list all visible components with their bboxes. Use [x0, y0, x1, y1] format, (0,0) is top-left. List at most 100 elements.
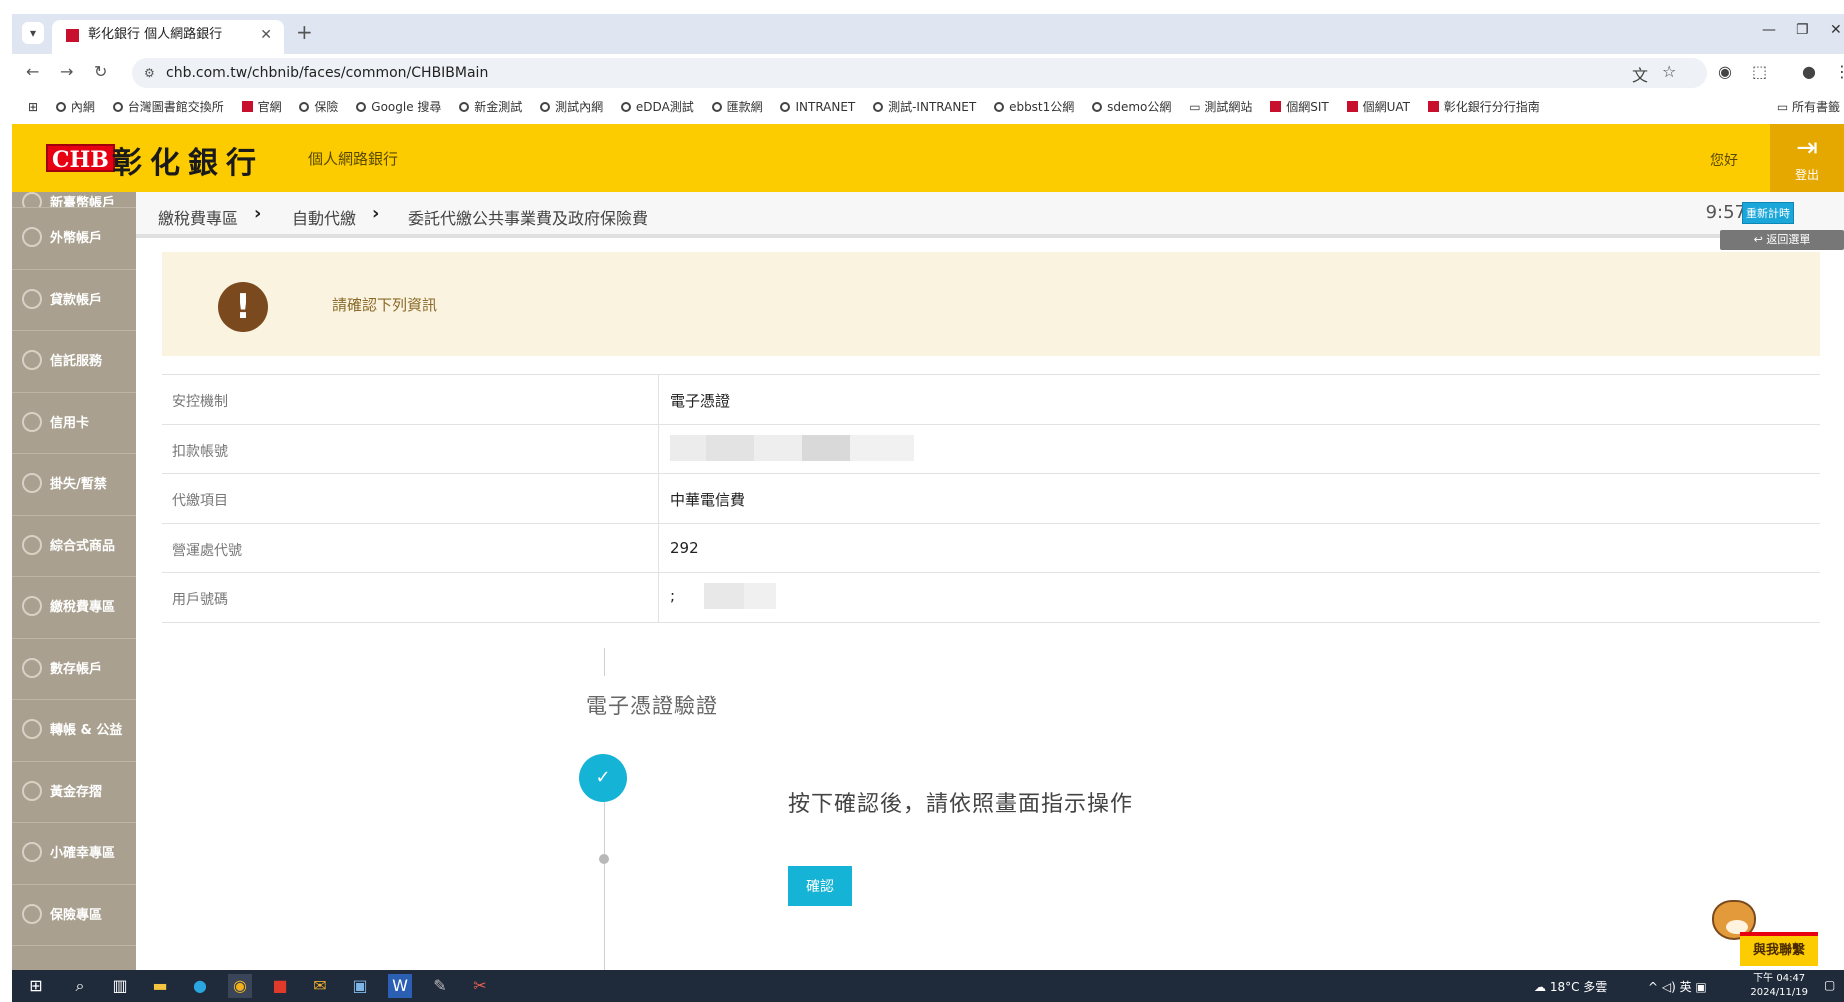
info-value: 中華電信費	[670, 491, 746, 509]
windows-taskbar: ⊞ ⌕ ▥ ▬ ● ◉ ■ ✉ ▣ W ✎ ✂ ☁ 18°C 多雲 ^ ◁) 英…	[12, 970, 1844, 1002]
table-row: 營運處代號 292	[162, 523, 1820, 573]
window-app-icon[interactable]: ▣	[348, 974, 372, 998]
sidebar-icon	[22, 288, 42, 309]
back-icon[interactable]: ←	[26, 62, 39, 81]
url-text: chb.com.tw/chbnib/faces/common/CHBIBMain	[166, 65, 489, 81]
bookmark-item[interactable]: sdemo公網	[1092, 92, 1171, 122]
sidebar-item-credit-card[interactable]: 信用卡	[12, 393, 136, 454]
bookmark-item[interactable]: INTRANET	[780, 92, 855, 122]
close-window-icon[interactable]: ✕	[1830, 22, 1842, 38]
extension-icon[interactable]: ◉	[1718, 62, 1732, 81]
site-info-icon[interactable]: ⚙	[144, 58, 155, 88]
edge-icon[interactable]: ●	[188, 974, 212, 998]
tab-title: 彰化銀行 個人網路銀行	[88, 27, 223, 42]
logout-button[interactable]: ⇥ 登出	[1770, 124, 1844, 192]
apps-icon[interactable]: ⊞	[28, 92, 38, 122]
info-label: 代繳項目	[172, 493, 228, 509]
confirm-button[interactable]: 確認	[788, 866, 852, 906]
sidebar-icon	[22, 657, 42, 678]
snipping-icon[interactable]: ✂	[468, 974, 492, 998]
system-tray[interactable]: ^ ◁) 英 ▣	[1648, 978, 1707, 995]
puzzle-icon[interactable]: ⬚	[1752, 62, 1767, 81]
restore-icon[interactable]: ❐	[1796, 22, 1809, 38]
info-label: 用戶號碼	[172, 592, 228, 608]
forward-icon[interactable]: →	[60, 62, 73, 81]
sidebar-item-trust[interactable]: 信託服務	[12, 331, 136, 393]
sidebar-item-gold[interactable]: 黃金存摺	[12, 762, 136, 823]
sidebar: 新臺幣帳戶 外幣帳戶 貸款帳戶 信託服務 信用卡 掛失/暫禁 綜合式商品 繳稅費…	[12, 192, 136, 970]
translate-icon[interactable]: 文	[1632, 62, 1648, 86]
masked-account-value	[670, 434, 914, 461]
bookmark-item[interactable]: eDDA測試	[620, 92, 694, 122]
contact-us-mascot[interactable]: 與我聯繫	[1710, 898, 1820, 970]
step-instruction: 按下確認後，請依照畫面指示操作	[788, 792, 1134, 817]
bookmark-item[interactable]: 保險	[299, 92, 338, 122]
sidebar-item-twd-account[interactable]: 新臺幣帳戶	[12, 192, 136, 208]
refresh-timer-button[interactable]: 重新計時	[1742, 202, 1794, 224]
acrobat-icon[interactable]: ■	[268, 974, 292, 998]
sidebar-item-report-loss[interactable]: 掛失/暫禁	[12, 454, 136, 516]
notification-icon[interactable]: ▢	[1824, 978, 1835, 992]
browser-tab[interactable]: 彰化銀行 個人網路銀行 ✕	[52, 20, 284, 54]
new-tab-icon[interactable]: +	[296, 20, 313, 44]
sidebar-icon	[22, 227, 42, 247]
menu-icon[interactable]: ⋮	[1834, 62, 1844, 81]
greeting: 您好	[1710, 153, 1738, 169]
bookmark-item[interactable]: 新金測試	[459, 92, 522, 122]
logo-mark[interactable]: CHB	[46, 144, 115, 173]
reload-icon[interactable]: ↻	[94, 62, 107, 81]
bookmark-item[interactable]: 台灣圖書館交換所	[112, 92, 224, 122]
sidebar-item-small-happiness[interactable]: 小確幸專區	[12, 823, 136, 885]
logout-label: 登出	[1794, 168, 1819, 182]
file-explorer-icon[interactable]: ▬	[148, 974, 172, 998]
windows-start-icon[interactable]: ⊞	[24, 974, 48, 998]
sidebar-item-transfer-charity[interactable]: 轉帳 & 公益	[12, 700, 136, 762]
sidebar-item-tax-payment[interactable]: 繳稅費專區	[12, 577, 136, 639]
clock[interactable]: 下午 04:47 2024/11/19	[1750, 972, 1808, 1000]
logo-text[interactable]: 彰化銀行	[112, 138, 264, 182]
chrome-icon[interactable]: ◉	[228, 974, 252, 998]
outlook-icon[interactable]: ✉	[308, 974, 332, 998]
info-value: 電子憑證	[670, 392, 731, 410]
bookmark-item[interactable]: 內網	[55, 92, 95, 122]
sidebar-icon	[22, 596, 42, 616]
sidebar-item-insurance[interactable]: 保險專區	[12, 885, 136, 946]
breadcrumb: 繳稅費專區 › 自動代繳 › 委託代繳公共事業費及政府保險費 9:57 重新計時	[136, 192, 1844, 238]
task-view-icon[interactable]: ▥	[108, 974, 132, 998]
check-icon: ✓	[579, 754, 627, 802]
bookmark-item[interactable]: 匯款網	[711, 92, 763, 122]
minimize-icon[interactable]: —	[1762, 22, 1776, 38]
bookmark-item[interactable]: 個網SIT	[1270, 92, 1329, 122]
sidebar-item-loan-account[interactable]: 貸款帳戶	[12, 270, 136, 331]
tab-search-icon[interactable]: ▾	[22, 22, 44, 44]
bookmark-item[interactable]: 彰化銀行分行指南	[1427, 92, 1540, 122]
bookmark-item[interactable]: 官網	[241, 92, 282, 122]
bookmark-item[interactable]: 個網UAT	[1346, 92, 1410, 122]
paint-icon[interactable]: ✎	[428, 974, 452, 998]
sidebar-item-combo-products[interactable]: 綜合式商品	[12, 516, 136, 577]
all-bookmarks[interactable]: ▭ 所有書籤	[1766, 92, 1844, 122]
bookmark-folder[interactable]: ▭ 測試網站	[1189, 92, 1252, 122]
bookmark-star-icon[interactable]: ☆	[1662, 62, 1676, 81]
breadcrumb-item-tax[interactable]: 繳稅費專區	[158, 205, 238, 229]
breadcrumb-item-auto-pay[interactable]: 自動代繳	[292, 205, 356, 229]
bookmark-item[interactable]: Google 搜尋	[356, 92, 441, 122]
bookmark-item[interactable]: 測試內網	[540, 92, 603, 122]
word-icon[interactable]: W	[388, 974, 412, 998]
info-label: 營運處代號	[172, 542, 242, 559]
bookmark-item[interactable]: ebbst1公網	[994, 92, 1074, 122]
sidebar-item-foreign-account[interactable]: 外幣帳戶	[12, 208, 136, 270]
tab-close-icon[interactable]: ✕	[260, 20, 272, 50]
sidebar-item-digital-deposit[interactable]: 數存帳戶	[12, 639, 136, 700]
sidebar-icon	[22, 903, 42, 924]
bookmark-item[interactable]: 測試-INTRANET	[873, 92, 976, 122]
step-line	[604, 802, 605, 972]
search-icon[interactable]: ⌕	[68, 974, 92, 998]
back-to-menu-button[interactable]: ↩ 返回選單	[1720, 230, 1844, 250]
weather-widget[interactable]: ☁ 18°C 多雲	[1534, 978, 1607, 995]
profile-icon[interactable]: ●	[1802, 62, 1816, 81]
chevron-right-icon: ›	[254, 203, 262, 224]
chevron-right-icon: ›	[372, 203, 380, 224]
step-dot	[599, 854, 609, 864]
address-bar[interactable]: ⚙ chb.com.tw/chbnib/faces/common/CHBIBMa…	[132, 58, 1707, 88]
